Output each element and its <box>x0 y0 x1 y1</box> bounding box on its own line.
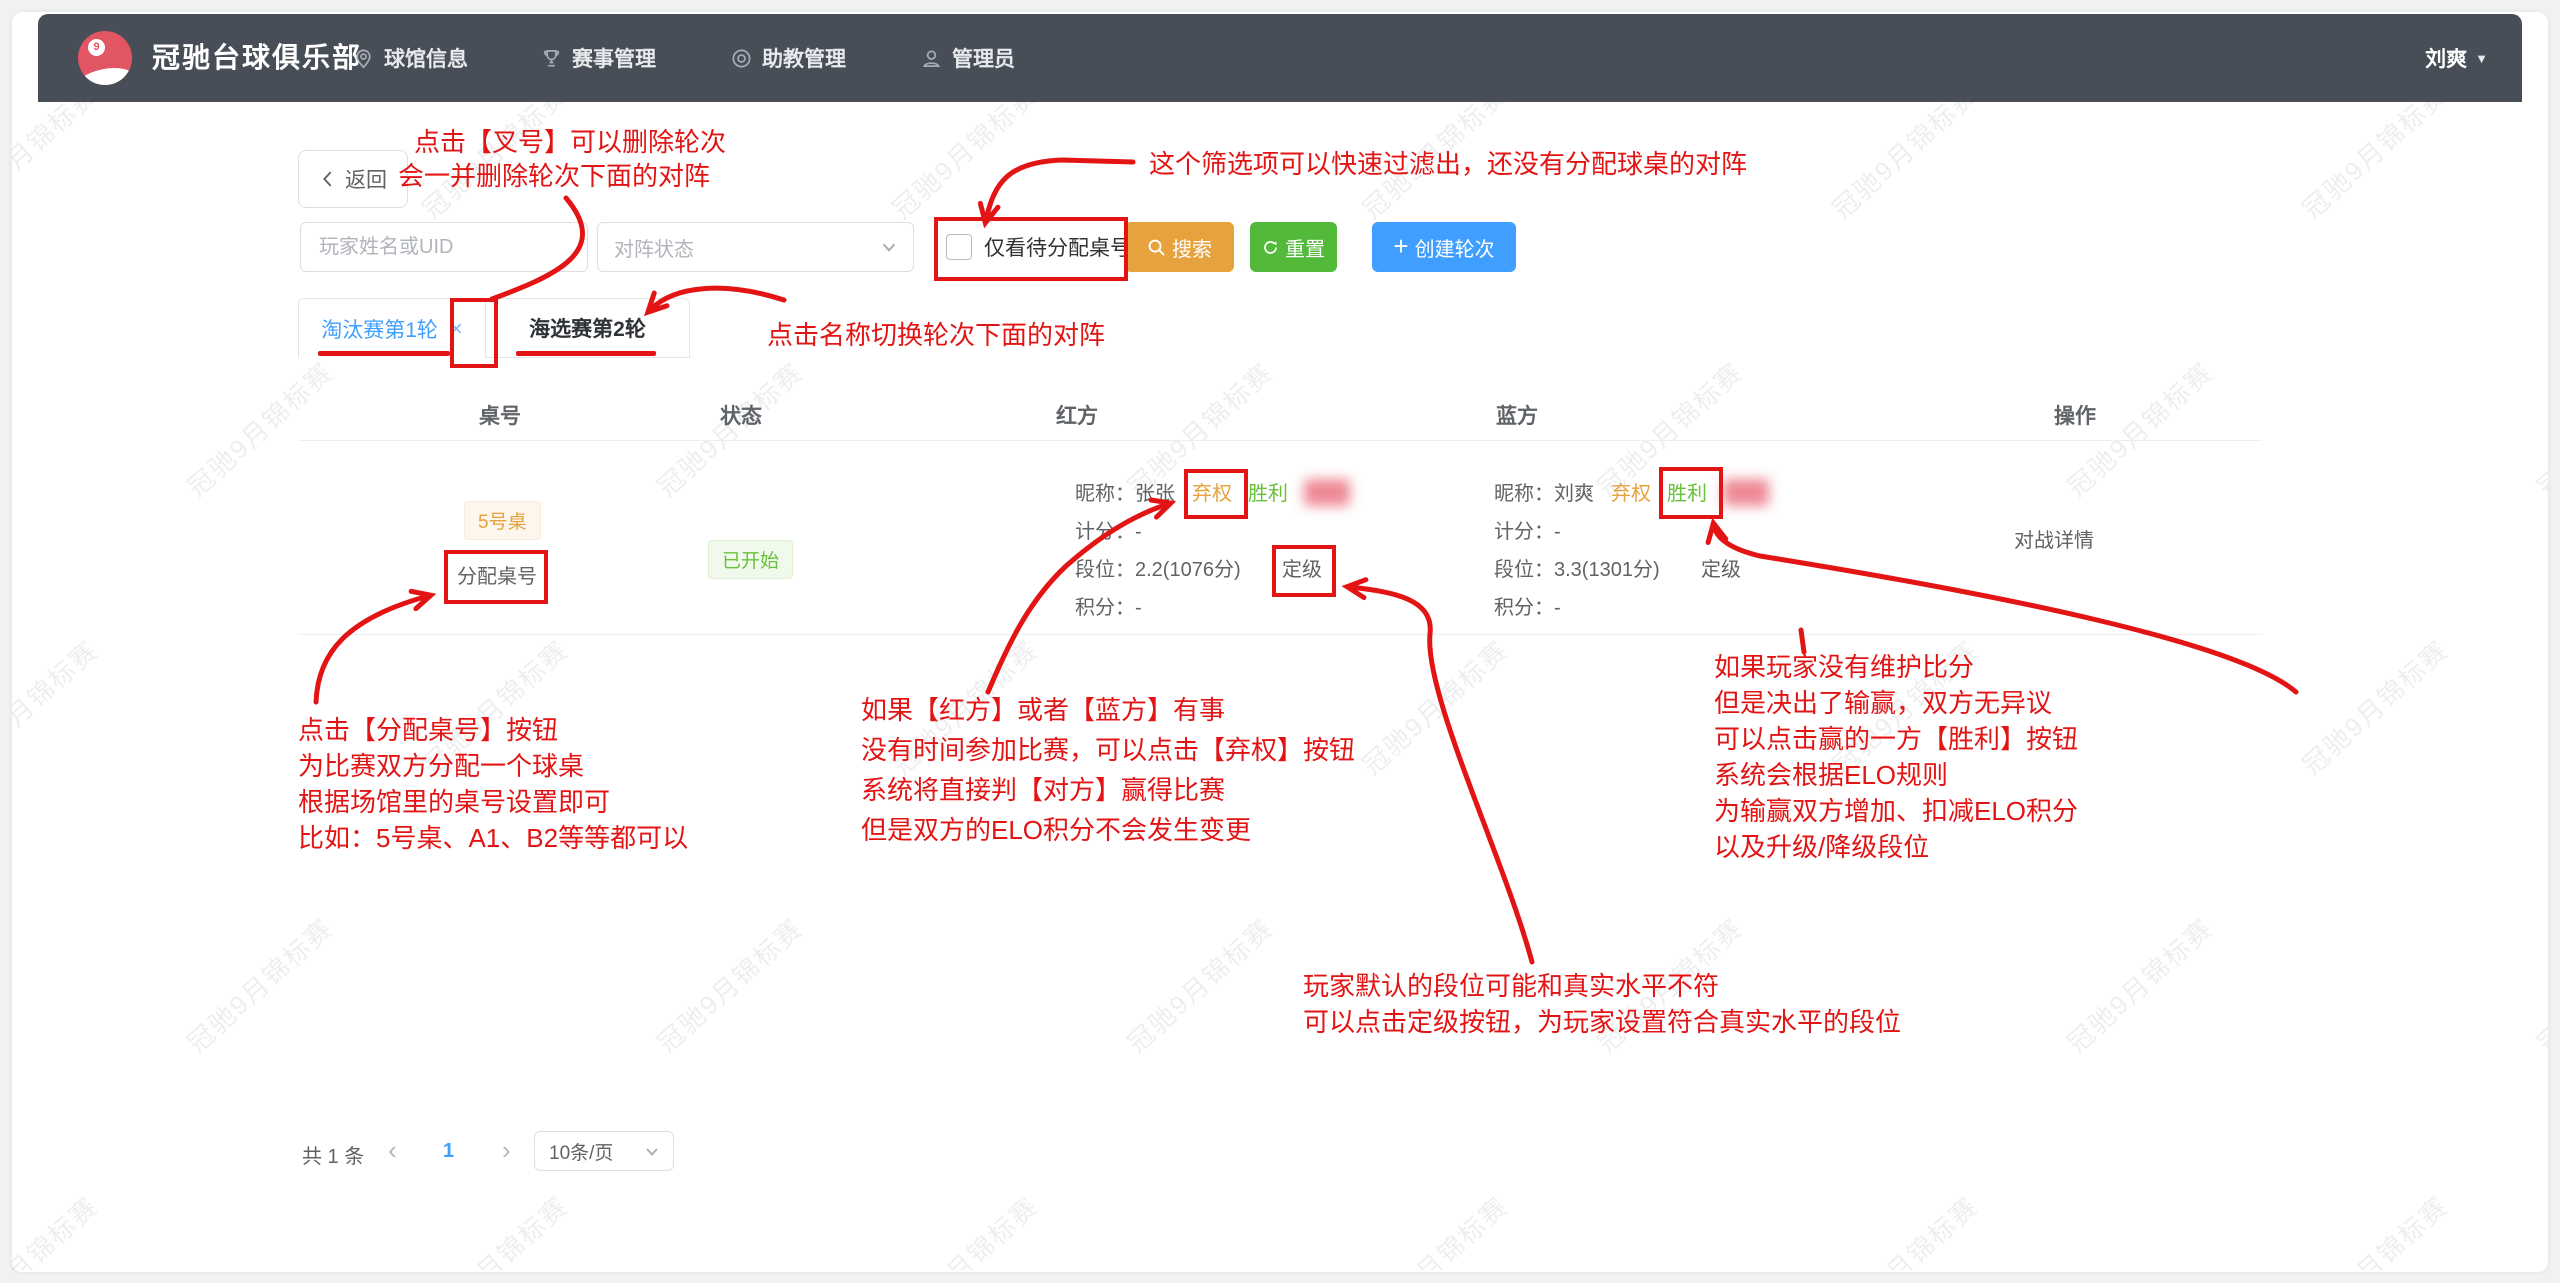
red-forfeit-button[interactable]: 弃权 <box>1192 477 1232 506</box>
back-button[interactable]: 返回 <box>298 150 408 208</box>
navbar: 9 冠驰台球俱乐部 球馆信息 赛事管理 助教管理 管理员 刘爽 ▼ <box>38 14 2522 102</box>
nav-item-venue[interactable]: 球馆信息 <box>352 14 468 102</box>
reset-button-label: 重置 <box>1285 233 1325 262</box>
page-size-select[interactable]: 10条/页 <box>534 1131 674 1171</box>
create-round-button[interactable]: + 创建轮次 <box>1372 222 1516 272</box>
chevron-left-icon <box>319 170 335 188</box>
annotation-forfeit-tip: 如果【红方】或者【蓝方】有事 没有时间参加比赛，可以点击【弃权】按钮 系统将直接… <box>861 690 1355 850</box>
page-number[interactable]: 1 <box>443 1140 454 1163</box>
nav-item-events[interactable]: 赛事管理 <box>540 14 656 102</box>
col-header-red: 红方 <box>1056 400 1098 430</box>
prev-page-button[interactable]: ‹ <box>388 1140 397 1160</box>
nav-item-label: 管理员 <box>952 43 1015 73</box>
tab-label: 海选赛第2轮 <box>529 313 646 343</box>
col-header-table: 桌号 <box>479 400 521 430</box>
match-detail-link[interactable]: 对战详情 <box>2014 524 2094 553</box>
blue-grade-button[interactable]: 定级 <box>1701 553 1741 582</box>
user-menu[interactable]: 刘爽 ▼ <box>2425 14 2488 102</box>
close-icon[interactable]: × <box>450 318 463 340</box>
annotation-grade-tip: 玩家默认的段位可能和真实水平不符 可以点击定级按钮，为玩家设置符合真实水平的段位 <box>1303 968 1901 1040</box>
nav-item-coaches[interactable]: 助教管理 <box>730 14 846 102</box>
tab-label: 淘汰赛第1轮 <box>321 314 438 344</box>
plus-icon: + <box>1393 233 1408 259</box>
red-nickname: 昵称：张张 <box>1075 477 1175 506</box>
col-header-blue: 蓝方 <box>1496 400 1538 430</box>
chevron-down-icon <box>645 1146 659 1157</box>
annotation-switch-round: 点击名称切换轮次下面的对阵 <box>767 317 1105 353</box>
table-number-tag: 5号桌 <box>464 501 541 540</box>
tab-round-1[interactable]: 淘汰赛第1轮 × <box>299 299 486 358</box>
refresh-icon <box>1262 239 1279 256</box>
unassigned-filter-checkbox[interactable]: 仅看待分配桌号 <box>946 222 1131 272</box>
search-icon <box>1147 238 1166 257</box>
blue-score: 计分：- <box>1494 515 1561 544</box>
search-button-label: 搜索 <box>1172 233 1212 262</box>
page-size-value: 10条/页 <box>549 1138 613 1165</box>
logo-number: 9 <box>88 39 105 56</box>
reset-button[interactable]: 重置 <box>1250 222 1337 272</box>
player-search-input[interactable] <box>300 222 588 272</box>
col-header-action: 操作 <box>2054 400 2096 430</box>
page: 冠驰9月锦标赛冠驰9月锦标赛冠驰9月锦标赛冠驰9月锦标赛冠驰9月锦标赛冠驰9月锦… <box>0 0 2560 1283</box>
redacted-block <box>1723 479 1769 506</box>
blue-nickname: 昵称：刘爽 <box>1494 477 1594 506</box>
pagination-total: 共 1 条 <box>302 1140 364 1169</box>
person-icon <box>920 47 943 70</box>
redacted-block <box>1304 479 1350 506</box>
table-header-divider <box>298 440 2262 441</box>
app-title: 冠驰台球俱乐部 <box>152 14 362 102</box>
back-button-label: 返回 <box>345 164 387 194</box>
annotation-victory-tip: 如果玩家没有维护比分 但是决出了输赢，双方无异议 可以点击赢的一方【胜利】按钮 … <box>1714 649 2078 865</box>
annotation-delete-round: 点击【叉号】可以删除轮次 会一并删除轮次下面的对阵 <box>414 125 726 193</box>
red-score: 计分：- <box>1075 515 1142 544</box>
blue-points: 积分：- <box>1494 591 1561 620</box>
blue-rank: 段位：3.3(1301分) <box>1494 553 1660 582</box>
match-status-select[interactable]: 对阵状态 <box>597 222 914 272</box>
target-icon <box>730 47 753 70</box>
annotation-filter-tip: 这个筛选项可以快速过滤出，还没有分配球桌的对阵 <box>1149 146 1747 182</box>
trophy-icon <box>540 47 563 70</box>
assign-table-button[interactable]: 分配桌号 <box>457 560 537 589</box>
annotation-assign-table: 点击【分配桌号】按钮 为比赛双方分配一个球桌 根据场馆里的桌号设置即可 比如：5… <box>298 712 688 856</box>
nav-item-label: 球馆信息 <box>384 43 468 73</box>
billiard-ball-logo: 9 <box>78 31 132 85</box>
chevron-down-icon <box>881 241 897 253</box>
chevron-down-icon: ▼ <box>2475 51 2488 66</box>
search-button[interactable]: 搜索 <box>1125 222 1234 272</box>
status-badge: 已开始 <box>708 540 793 579</box>
nav-item-admin[interactable]: 管理员 <box>920 14 1015 102</box>
nav-item-label: 赛事管理 <box>572 43 656 73</box>
location-pin-icon <box>352 47 375 70</box>
next-page-button[interactable]: › <box>502 1140 511 1160</box>
tab-round-2[interactable]: 海选赛第2轮 <box>486 299 689 358</box>
red-points: 积分：- <box>1075 591 1142 620</box>
nav-item-label: 助教管理 <box>762 43 846 73</box>
logo-stripe <box>78 63 132 85</box>
round-tabs: 淘汰赛第1轮 × 海选赛第2轮 <box>298 298 690 358</box>
table-row-divider <box>298 634 2262 635</box>
red-grade-button[interactable]: 定级 <box>1282 553 1322 582</box>
checkbox-label: 仅看待分配桌号 <box>984 232 1131 262</box>
blue-forfeit-button[interactable]: 弃权 <box>1611 477 1651 506</box>
col-header-status: 状态 <box>720 400 762 430</box>
create-round-label: 创建轮次 <box>1415 233 1495 262</box>
checkbox-icon[interactable] <box>946 234 972 260</box>
select-placeholder: 对阵状态 <box>614 233 694 262</box>
red-win-button[interactable]: 胜利 <box>1248 477 1288 506</box>
red-rank: 段位：2.2(1076分) <box>1075 553 1241 582</box>
blue-win-button[interactable]: 胜利 <box>1667 477 1707 506</box>
user-name: 刘爽 <box>2425 43 2467 73</box>
